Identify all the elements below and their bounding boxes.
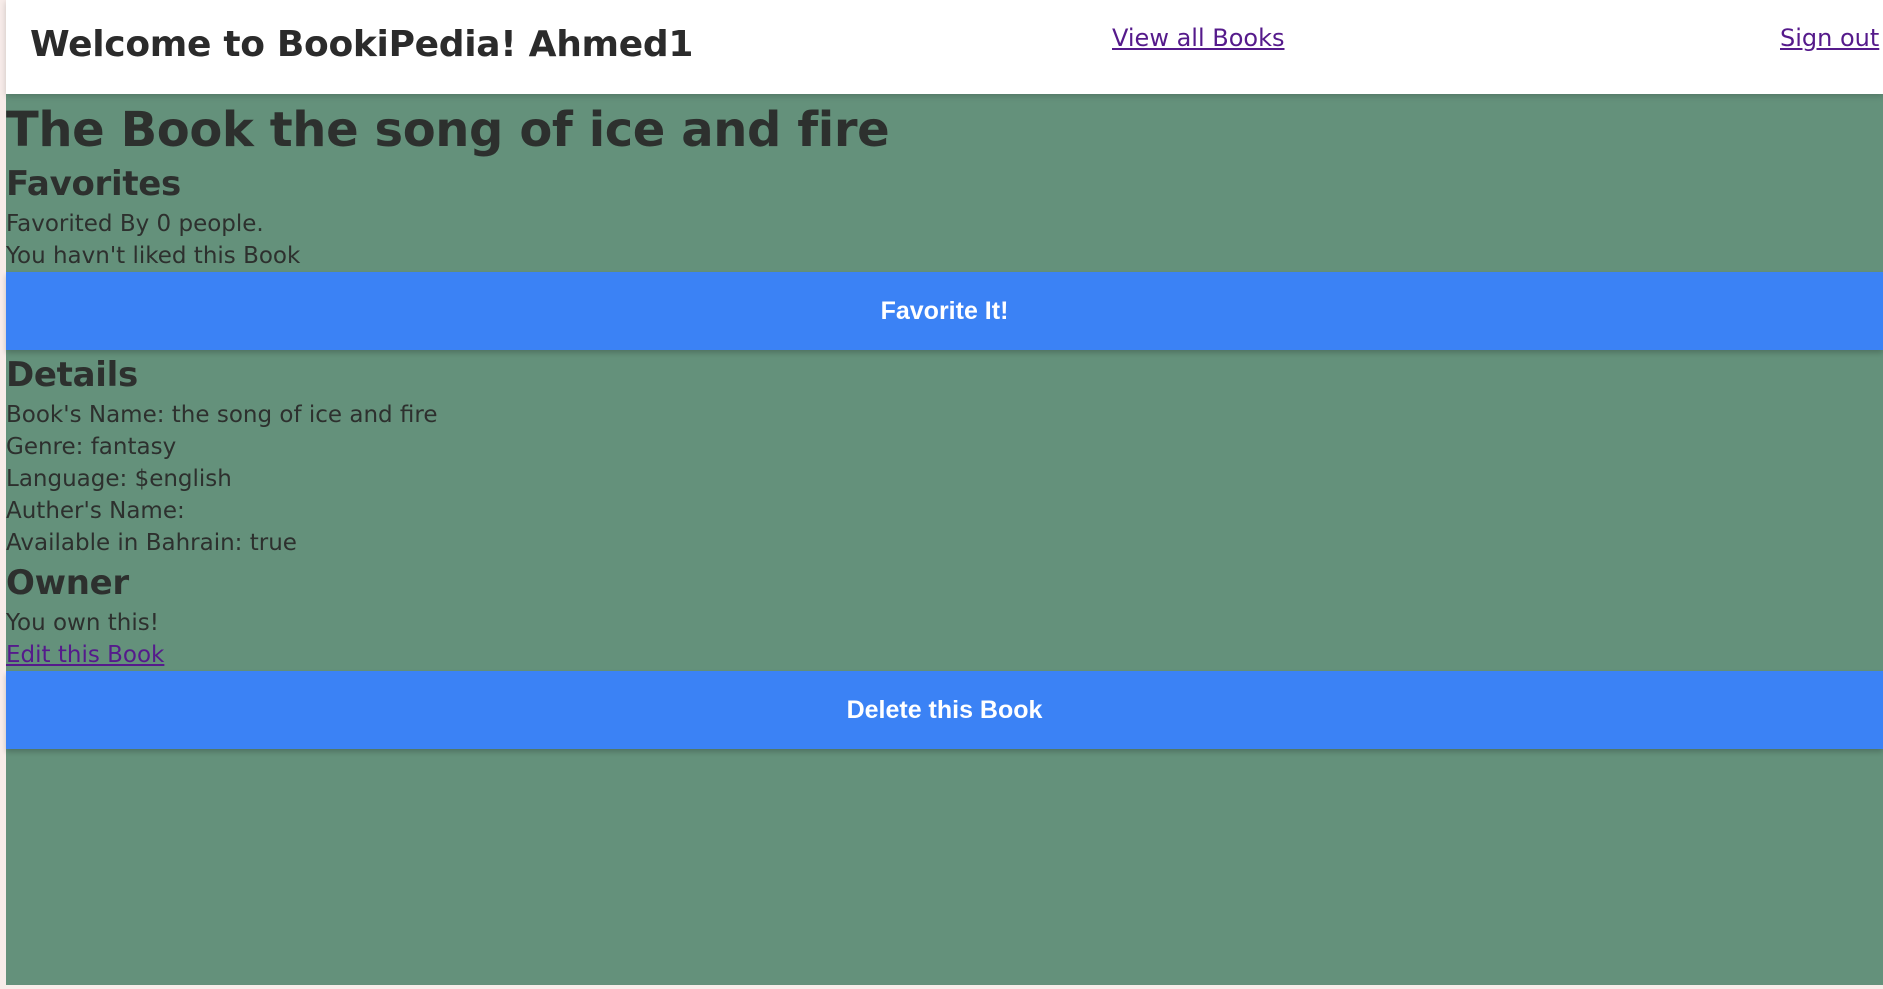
welcome-title: Welcome to BookiPedia! Ahmed1 <box>30 24 694 65</box>
edit-book-link[interactable]: Edit this Book <box>6 640 164 670</box>
language-detail: Language: $english <box>6 466 232 492</box>
favorite-status: You havn't liked this Book <box>6 243 301 269</box>
favorite-button[interactable]: Favorite It! <box>6 272 1883 350</box>
favorites-count: Favorited By 0 people. <box>6 211 264 237</box>
delete-book-button[interactable]: Delete this Book <box>6 671 1883 749</box>
availability-detail: Available in Bahrain: true <box>6 530 297 556</box>
page-background: Welcome to BookiPedia! Ahmed1 View all B… <box>6 0 1883 985</box>
book-title: The Book the song of ice and fire <box>6 102 890 158</box>
owner-status: You own this! <box>6 610 159 636</box>
owner-heading: Owner <box>6 563 129 603</box>
favorites-heading: Favorites <box>6 164 181 204</box>
book-name-detail: Book's Name: the song of ice and fire <box>6 402 438 428</box>
details-heading: Details <box>6 355 138 395</box>
top-navbar: Welcome to BookiPedia! Ahmed1 View all B… <box>6 0 1883 94</box>
author-detail: Auther's Name: <box>6 498 185 524</box>
genre-detail: Genre: fantasy <box>6 434 177 460</box>
view-all-books-link[interactable]: View all Books <box>1112 24 1285 52</box>
sign-out-link[interactable]: Sign out <box>1780 24 1879 52</box>
